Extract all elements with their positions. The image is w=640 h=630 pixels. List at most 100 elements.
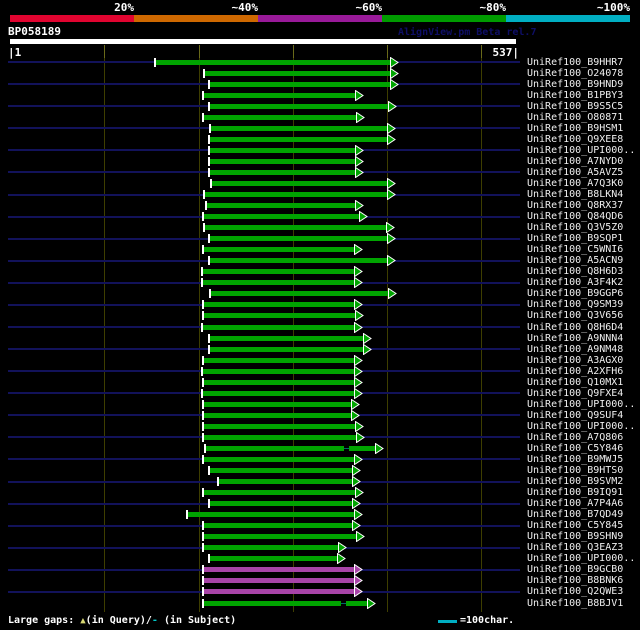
alignment-bar[interactable] [203,214,361,220]
alignment-bar[interactable] [203,523,353,529]
hit-label[interactable]: UniRef100_Q3V5Z0 [527,222,623,233]
alignment-row[interactable]: UniRef100_A7NYD0 [0,155,640,167]
hit-label[interactable]: UniRef100_Q9SM39 [527,299,623,310]
alignment-row[interactable]: UniRef100_C5Y846 [0,442,640,454]
alignment-bar[interactable] [203,357,355,363]
alignment-bar[interactable] [208,158,357,164]
hit-label[interactable]: UniRef100_B1PBY3 [527,90,623,101]
hit-label[interactable]: UniRef100_C5Y845 [527,520,623,531]
hit-label[interactable]: UniRef100_UPI000.. [527,553,635,564]
alignment-bar[interactable] [203,401,352,407]
alignment-bar[interactable] [210,180,389,186]
alignment-row[interactable]: UniRef100_A5ACN9 [0,255,640,267]
alignment-bar[interactable] [202,280,355,286]
alignment-row[interactable]: UniRef100_A9NNN4 [0,332,640,344]
hit-label[interactable]: UniRef100_UPI000.. [527,145,635,156]
alignment-row[interactable]: UniRef100_Q9SM39 [0,299,640,311]
hit-label[interactable]: UniRef100_Q9SUF4 [527,410,623,421]
alignment-bar[interactable] [203,589,356,595]
alignment-row[interactable]: UniRef100_Q3EAZ3 [0,542,640,554]
hit-label[interactable]: UniRef100_A9NM48 [527,344,623,355]
alignment-row[interactable]: UniRef100_B9HTS0 [0,465,640,476]
hit-label[interactable]: UniRef100_B9MWJ5 [527,454,623,465]
alignment-row[interactable]: UniRef100_B9MWJ5 [0,453,640,465]
alignment-row[interactable]: UniRef100_O80871 [0,111,640,123]
alignment-row[interactable]: UniRef100_UPI000.. [0,420,640,432]
hit-label[interactable]: UniRef100_O24078 [527,68,623,79]
alignment-row[interactable]: UniRef100_A5AVZ5 [0,166,640,178]
alignment-bar[interactable] [203,247,355,253]
alignment-bar[interactable] [218,479,353,484]
hit-label[interactable]: UniRef100_B9GCB0 [527,564,623,575]
alignment-row[interactable]: UniRef100_B9GGP6 [0,288,640,300]
alignment-row[interactable]: UniRef100_B9HND9 [0,78,640,90]
alignment-row[interactable]: UniRef100_Q8H6D3 [0,266,640,278]
alignment-bar[interactable] [204,70,392,76]
alignment-row[interactable]: UniRef100_A7Q806 [0,431,640,443]
alignment-row[interactable]: UniRef100_Q9SUF4 [0,409,640,421]
hit-label[interactable]: UniRef100_A7Q806 [527,432,623,443]
alignment-bar[interactable] [203,578,355,584]
hit-label[interactable]: UniRef100_Q8RX37 [527,200,623,211]
hit-label[interactable]: UniRef100_B9HTS0 [527,465,623,476]
hit-label[interactable]: UniRef100_O80871 [527,112,623,123]
alignment-bar[interactable] [187,512,355,518]
alignment-row[interactable]: UniRef100_B8LKN4 [0,189,640,200]
alignment-row[interactable]: UniRef100_B9S5C5 [0,100,640,112]
alignment-row[interactable]: UniRef100_UPI000.. [0,553,640,565]
alignment-row[interactable]: UniRef100_A3F4K2 [0,277,640,289]
alignment-bar[interactable] [203,313,357,319]
alignment-row[interactable]: UniRef100_B8BNK6 [0,575,640,587]
alignment-bar[interactable] [208,556,339,562]
alignment-bar[interactable] [208,346,364,352]
alignment-bar[interactable] [208,501,353,507]
alignment-bar[interactable] [209,291,390,297]
hit-label[interactable]: UniRef100_Q9FXE4 [527,388,623,399]
hit-label[interactable]: UniRef100_B7QD49 [527,509,623,520]
alignment-row[interactable]: UniRef100_A9NM48 [0,343,640,355]
alignment-bar[interactable] [345,600,368,606]
alignment-row[interactable]: UniRef100_Q3V5Z0 [0,222,640,234]
alignment-row[interactable]: UniRef100_B8BJV1 [0,597,640,609]
hit-label[interactable]: UniRef100_B9HSM1 [527,123,623,134]
alignment-bar[interactable] [202,269,355,275]
hit-label[interactable]: UniRef100_Q10MX1 [527,377,623,388]
hit-label[interactable]: UniRef100_B9S5C5 [527,101,623,112]
hit-label[interactable]: UniRef100_A5AVZ5 [527,167,623,178]
alignment-bar[interactable] [204,225,388,231]
hit-label[interactable]: UniRef100_A3F4K2 [527,277,623,288]
alignment-bar[interactable] [204,192,389,197]
alignment-bar[interactable] [208,236,389,242]
alignment-bar[interactable] [208,468,353,473]
hit-label[interactable]: UniRef100_B9GGP6 [527,288,623,299]
hit-label[interactable]: UniRef100_B8BNK6 [527,575,623,586]
alignment-row[interactable]: UniRef100_A2XFH6 [0,365,640,377]
alignment-row[interactable]: UniRef100_Q9FXE4 [0,387,640,399]
hit-label[interactable]: UniRef100_Q3EAZ3 [527,542,623,553]
alignment-row[interactable]: UniRef100_B9SVM2 [0,476,640,487]
hit-label[interactable]: UniRef100_B9HND9 [527,79,623,90]
hit-label[interactable]: UniRef100_A7NYD0 [527,156,623,167]
hit-label[interactable]: UniRef100_A3AGX0 [527,355,623,366]
alignment-bar[interactable] [203,456,356,462]
alignment-row[interactable]: UniRef100_UPI000.. [0,398,640,410]
alignment-bar[interactable] [203,490,357,496]
alignment-row[interactable]: UniRef100_O24078 [0,67,640,79]
hit-label[interactable]: UniRef100_Q3V656 [527,310,623,321]
alignment-row[interactable]: UniRef100_A3AGX0 [0,354,640,366]
alignment-row[interactable]: UniRef100_Q10MX1 [0,376,640,388]
hit-label[interactable]: UniRef100_A9NNN4 [527,333,623,344]
alignment-bar[interactable] [208,103,390,109]
alignment-row[interactable]: UniRef100_Q84QD6 [0,211,640,223]
hit-label[interactable]: UniRef100_B8BJV1 [527,598,623,609]
alignment-row[interactable]: UniRef100_UPI000.. [0,144,640,156]
alignment-row[interactable]: UniRef100_A7P4A6 [0,498,640,510]
alignment-bar[interactable] [208,147,357,153]
alignment-row[interactable]: UniRef100_Q9XEE8 [0,133,640,145]
hit-label[interactable]: UniRef100_B8LKN4 [527,189,623,200]
alignment-bar[interactable] [209,125,389,131]
hit-label[interactable]: UniRef100_Q2QWE3 [527,586,623,597]
alignment-bar[interactable] [206,203,357,208]
alignment-row[interactable]: UniRef100_B1PBY3 [0,89,640,101]
hit-label[interactable]: UniRef100_A7P4A6 [527,498,623,509]
